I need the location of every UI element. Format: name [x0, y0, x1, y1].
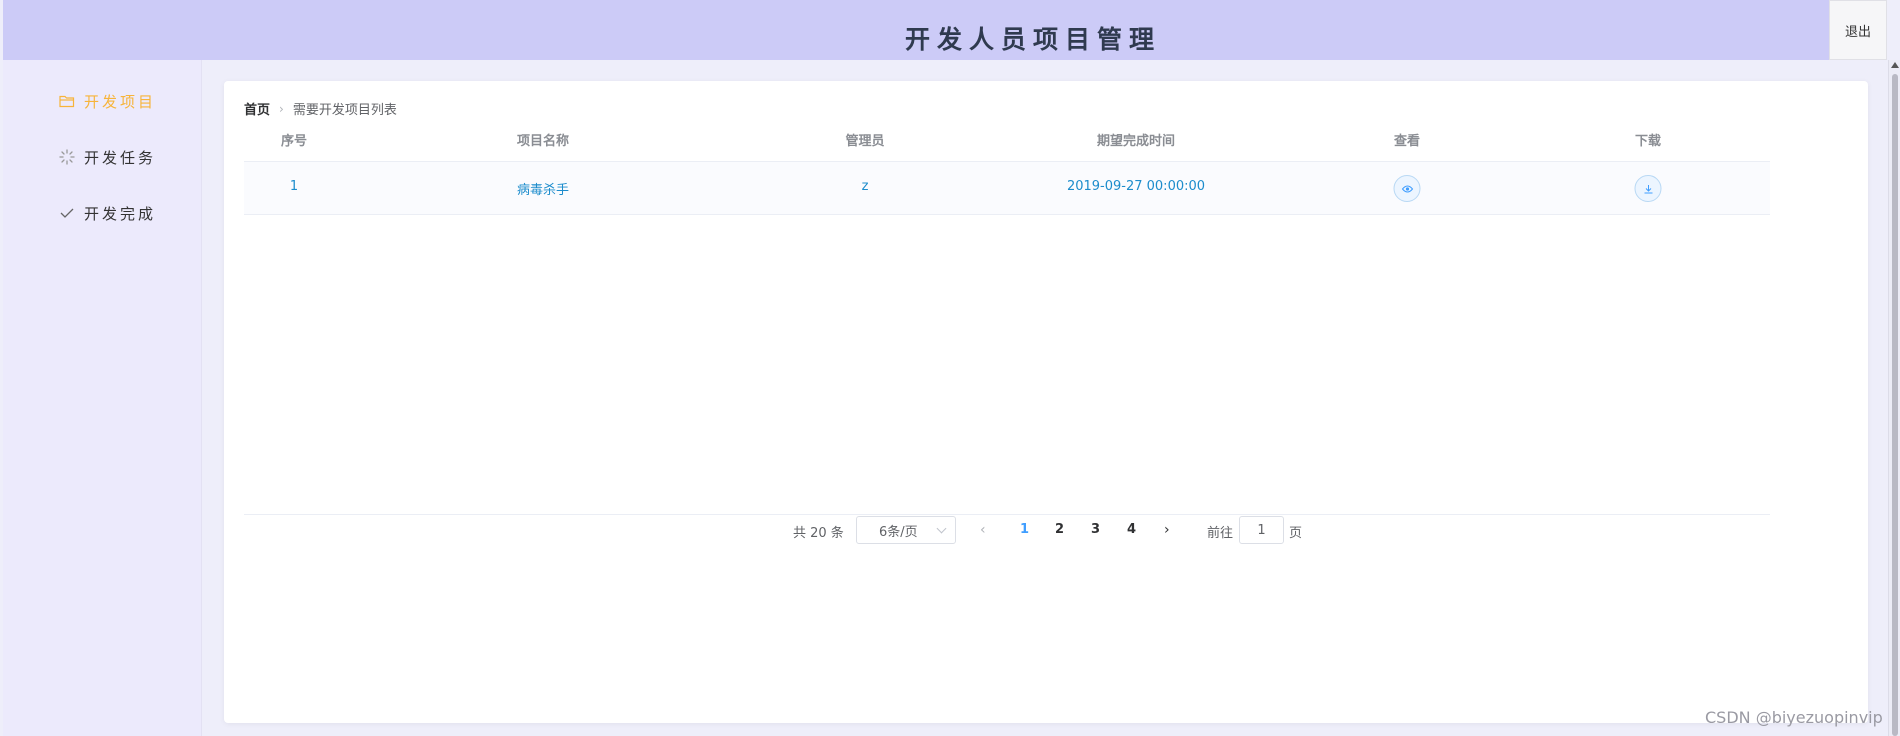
cell-deadline: 2019-09-27 00:00:00 — [1066, 179, 1206, 194]
column-header-name: 项目名称 — [516, 134, 570, 149]
scroll-up-icon[interactable] — [1891, 62, 1899, 68]
sidebar-item-dev-complete[interactable]: 开发完成 — [58, 201, 156, 225]
prev-page-button[interactable]: ‹ — [980, 522, 986, 548]
sidebar: 开发项目 开发任务 开发完成 — [3, 60, 202, 736]
breadcrumb-current: 需要开发项目列表 — [292, 103, 397, 118]
breadcrumb: 首页 › 需要开发项目列表 — [244, 99, 397, 119]
next-page-button[interactable]: › — [1164, 522, 1170, 548]
column-header-download: 下载 — [1634, 134, 1662, 149]
logout-button[interactable]: 退出 — [1829, 0, 1887, 60]
scrollbar-thumb[interactable] — [1892, 74, 1898, 736]
folder-icon — [58, 92, 76, 110]
cell-index: 1 — [289, 179, 299, 194]
loading-icon — [58, 148, 76, 166]
goto-page-input[interactable] — [1239, 516, 1284, 544]
page-scrollbar[interactable] — [1888, 60, 1900, 736]
top-header: 开发人员项目管理 — [3, 0, 1886, 60]
download-button[interactable] — [1634, 175, 1662, 202]
column-header-deadline: 期望完成时间 — [1096, 134, 1176, 149]
table-row: 1 病毒杀手 z 2019-09-27 00:00:00 — [244, 162, 1770, 215]
sidebar-item-label: 开发项目 — [84, 92, 157, 111]
cell-admin: z — [861, 179, 869, 194]
page-number-3[interactable]: 3 — [1091, 522, 1100, 548]
page-number-2[interactable]: 2 — [1055, 522, 1064, 548]
column-header-admin: 管理员 — [845, 134, 885, 149]
sidebar-item-dev-tasks[interactable]: 开发任务 — [58, 145, 156, 169]
page-number-4[interactable]: 4 — [1127, 522, 1136, 548]
table-bottom-border — [244, 514, 1770, 515]
sidebar-item-dev-projects[interactable]: 开发项目 — [58, 89, 156, 113]
download-icon — [1643, 179, 1653, 198]
chevron-right-icon: › — [279, 101, 284, 116]
goto-label: 前往 — [1207, 526, 1234, 541]
page-size-value: 6条/页 — [879, 524, 918, 540]
page-unit-label: 页 — [1289, 526, 1303, 541]
watermark: CSDN @biyezuopinvip — [1705, 708, 1883, 727]
project-table: 序号 项目名称 管理员 期望完成时间 查看 下载 1 病毒杀手 z 2019-0… — [244, 124, 1770, 215]
page-title: 开发人员项目管理 — [904, 25, 1161, 54]
column-header-index: 序号 — [280, 134, 308, 149]
sidebar-item-label: 开发任务 — [84, 148, 157, 167]
column-header-view: 查看 — [1393, 134, 1421, 149]
view-button[interactable] — [1393, 175, 1421, 202]
page-number-1[interactable]: 1 — [1020, 522, 1029, 548]
table-header: 序号 项目名称 管理员 期望完成时间 查看 下载 — [244, 124, 1770, 162]
breadcrumb-home[interactable]: 首页 — [244, 99, 270, 118]
check-icon — [58, 204, 76, 222]
page-size-select[interactable]: 6条/页 — [856, 516, 956, 544]
eye-icon — [1401, 179, 1413, 198]
sidebar-item-label: 开发完成 — [84, 204, 157, 223]
cell-project-name: 病毒杀手 — [516, 183, 570, 198]
pagination-total: 共 20 条 — [793, 526, 844, 541]
chevron-down-icon — [936, 523, 947, 534]
